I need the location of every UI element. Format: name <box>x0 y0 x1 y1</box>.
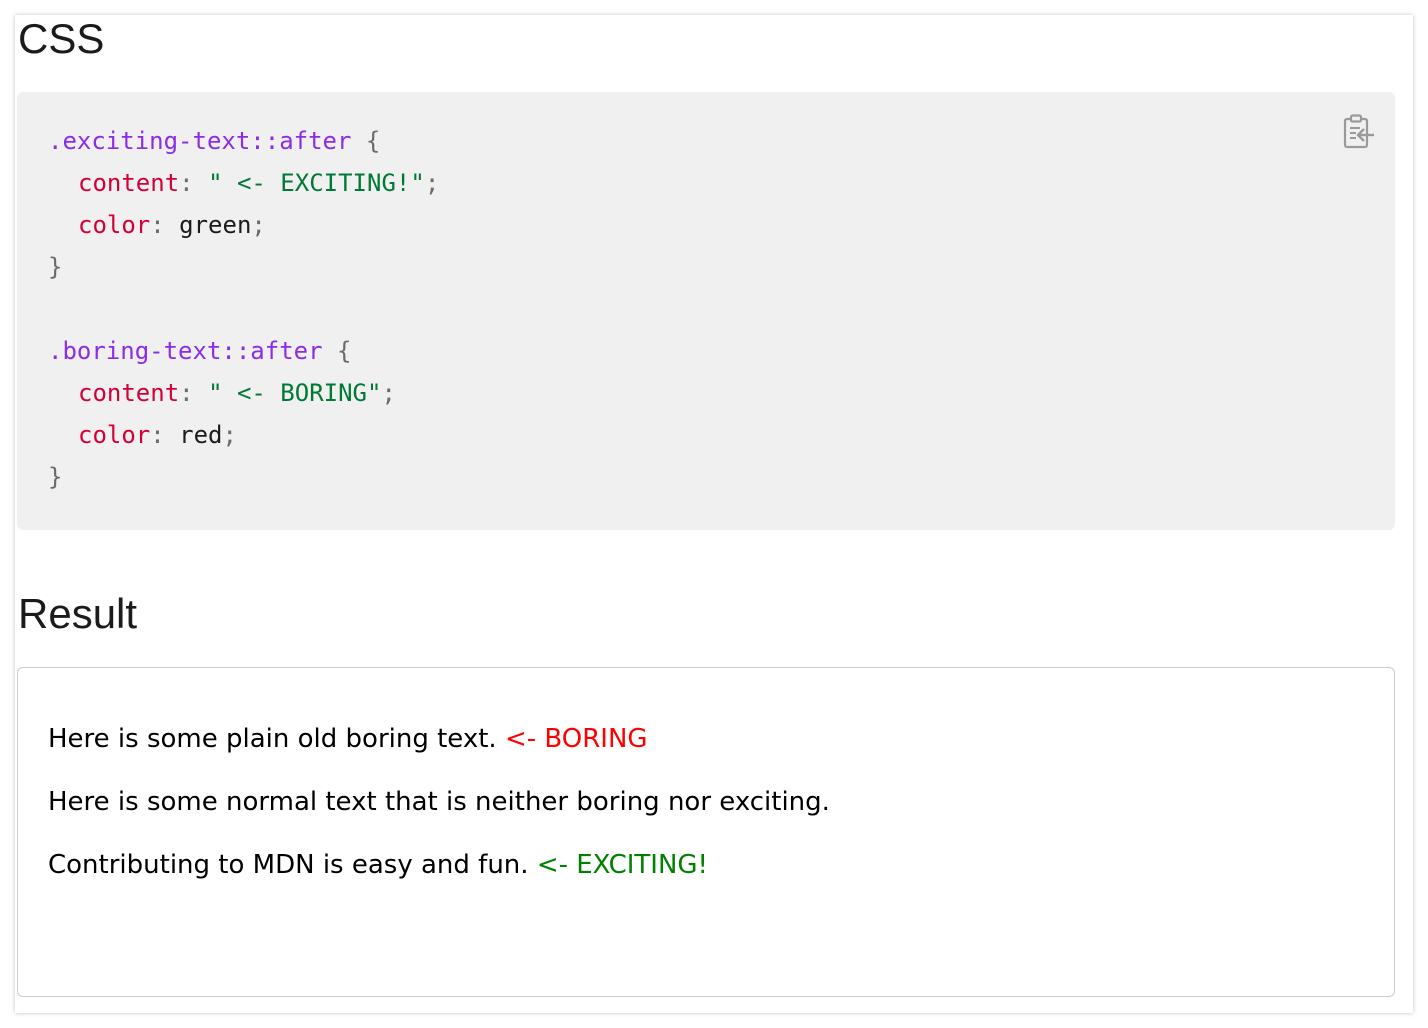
plain-text: Here is some normal text that is neither… <box>48 787 830 817</box>
boring-paragraph: Here is some plain old boring text. <- B… <box>48 722 830 756</box>
result-content: Here is some plain old boring text. <- B… <box>48 722 830 911</box>
code-property: content <box>78 379 180 407</box>
code-property: color <box>78 421 151 449</box>
result-frame: Here is some plain old boring text. <- B… <box>17 667 1395 997</box>
css-code-block: .exciting-text::after {content: " <- EXC… <box>17 92 1395 530</box>
exciting-after-content: <- EXCITING! <box>536 850 708 880</box>
boring-after-content: <- BORING <box>504 724 648 754</box>
css-code: .exciting-text::after {content: " <- EXC… <box>48 120 439 498</box>
code-line: } <box>48 456 439 498</box>
code-line: content: " <- BORING"; <box>78 379 396 407</box>
code-line: } <box>48 246 439 288</box>
code-line: content: " <- EXCITING!"; <box>78 169 440 197</box>
code-string: " <- BORING" <box>208 379 382 407</box>
css-heading: CSS <box>18 15 105 62</box>
code-selector: .boring-text::after <box>48 337 323 365</box>
clipboard-copy-icon <box>1343 114 1374 149</box>
code-brace: } <box>48 463 63 491</box>
code-line: .exciting-text::after { <box>48 120 439 162</box>
code-line: color: green; <box>78 211 266 239</box>
boring-text: Here is some plain old boring text. <box>48 724 497 754</box>
code-brace: { <box>337 337 352 365</box>
copy-code-button[interactable] <box>1341 112 1377 152</box>
code-brace: } <box>48 253 63 281</box>
code-value: green <box>179 211 252 239</box>
code-value: red <box>179 421 223 449</box>
plain-paragraph: Here is some normal text that is neither… <box>48 785 830 819</box>
exciting-text: Contributing to MDN is easy and fun. <box>48 850 529 880</box>
code-string: " <- EXCITING!" <box>208 169 425 197</box>
example-frame: CSS .exciting-text::after {content: " <-… <box>15 15 1413 1013</box>
code-line: color: red; <box>78 421 237 449</box>
code-property: content <box>78 169 180 197</box>
code-brace: { <box>365 127 381 155</box>
code-property: color <box>78 211 151 239</box>
code-line: .boring-text::after { <box>48 330 439 372</box>
exciting-paragraph: Contributing to MDN is easy and fun. <- … <box>48 848 830 882</box>
code-selector: .exciting-text::after <box>48 127 352 155</box>
result-heading: Result <box>18 590 138 637</box>
